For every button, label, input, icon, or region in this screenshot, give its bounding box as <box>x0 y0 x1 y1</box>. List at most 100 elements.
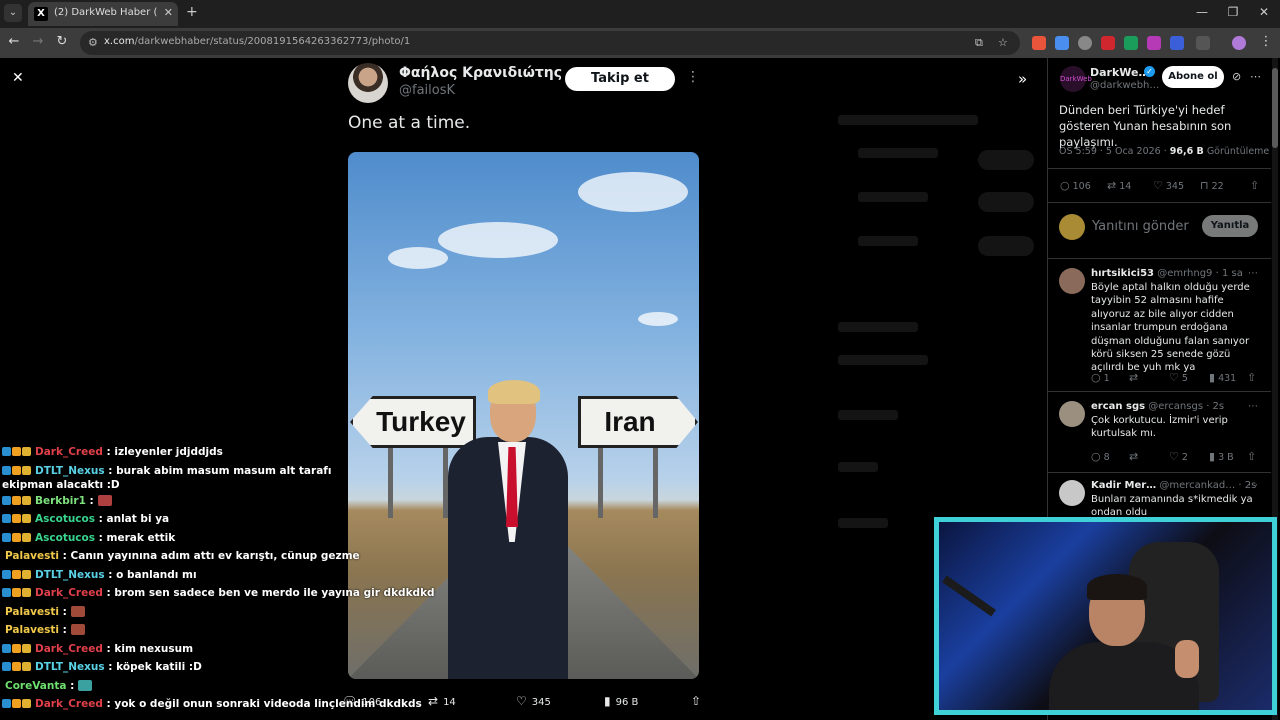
commenter[interactable]: hırtsikici53 @emrhng9 · 1 sa <box>1091 268 1243 279</box>
panel-author-handle[interactable]: @darkwebh… <box>1090 80 1159 91</box>
panel-share[interactable]: ⇧ <box>1250 179 1262 192</box>
extensions-puzzle-icon[interactable] <box>1196 36 1210 50</box>
comment-likes[interactable]: ♡ 2 <box>1169 450 1188 463</box>
extension-icon-3[interactable] <box>1078 36 1092 50</box>
back-button[interactable]: ← <box>5 34 23 49</box>
commenter-avatar[interactable] <box>1059 268 1085 294</box>
cast-icon[interactable]: ⧉ <box>975 36 983 50</box>
sign-left: Turkey <box>350 396 476 448</box>
heart-icon: ♡ <box>1153 179 1163 192</box>
browser-tab-active[interactable]: X (2) DarkWeb Haber (@darkweb ✕ <box>28 2 178 26</box>
views-bar-icon: ▮ <box>604 694 611 708</box>
close-photo-icon[interactable]: ✕ <box>12 70 30 88</box>
expand-panel-icon[interactable]: » <box>1018 70 1027 88</box>
share-icon: ⇧ <box>1250 179 1260 192</box>
reply-input[interactable]: Yanıtını gönder <box>1092 219 1189 234</box>
comment-likes[interactable]: ♡ 5 <box>1169 371 1188 384</box>
minimize-window-button[interactable]: — <box>1187 5 1217 19</box>
comment-views[interactable]: ▮ 431 <box>1209 371 1236 384</box>
chat-username[interactable]: Dark_Creed <box>35 698 103 710</box>
chat-username[interactable]: Dark_Creed <box>35 643 103 655</box>
panel-author-name[interactable]: DarkWe… <box>1090 66 1150 79</box>
chat-username[interactable]: Palavesti <box>5 550 59 562</box>
chat-text: : kim nexusum <box>102 642 194 655</box>
panel-replies[interactable]: ○ 106 <box>1060 179 1091 192</box>
subscribe-button[interactable]: Abone ol <box>1162 66 1224 88</box>
extension-icon-7[interactable] <box>1170 36 1184 50</box>
views-action[interactable]: ▮ 96 B <box>604 694 638 708</box>
commenter[interactable]: Kadir Mer… @mercankad… · 2s <box>1091 480 1256 491</box>
grok-icon[interactable]: ⊘ <box>1232 70 1241 83</box>
comment-repost[interactable]: ⇄ <box>1129 450 1141 463</box>
comment-repost[interactable]: ⇄ <box>1129 371 1141 384</box>
scroll-thumb[interactable] <box>1272 68 1278 148</box>
tab-search-button[interactable]: ⌄ <box>4 4 22 22</box>
extension-icon-1[interactable] <box>1032 36 1046 50</box>
chat-badges-icon <box>2 658 32 677</box>
like-action[interactable]: ♡ 345 <box>516 694 551 708</box>
panel-bookmarks[interactable]: ⊓ 22 <box>1200 179 1224 192</box>
reload-button[interactable]: ↻ <box>53 34 71 49</box>
author-name[interactable]: Φαήλος Κρανιδιώτης <box>399 65 562 81</box>
comment-replies[interactable]: ○ 8 <box>1091 450 1110 463</box>
comment-share[interactable]: ⇧ <box>1247 371 1259 384</box>
chat-username[interactable]: Palavesti <box>5 624 59 636</box>
extension-icon-6[interactable] <box>1147 36 1161 50</box>
chat-text: : <box>59 605 67 618</box>
post-photo[interactable]: Turkey Iran <box>348 152 699 679</box>
comment-more-icon[interactable]: ⋯ <box>1248 480 1258 491</box>
close-window-button[interactable]: ✕ <box>1249 5 1279 19</box>
chat-username[interactable]: Dark_Creed <box>35 446 103 458</box>
mic-arm <box>942 575 996 617</box>
panel-likes[interactable]: ♡ 345 <box>1153 179 1184 192</box>
commenter-avatar[interactable] <box>1059 480 1085 506</box>
heart-icon: ♡ <box>516 694 527 708</box>
comment-views[interactable]: ▮ 3 B <box>1209 450 1234 463</box>
more-options-icon[interactable]: ⋮ <box>686 69 700 85</box>
profile-avatar[interactable] <box>1232 36 1246 50</box>
bookmark-star-icon[interactable]: ☆ <box>998 36 1008 49</box>
repost-action[interactable]: ⇄ 14 <box>428 694 456 708</box>
commenter[interactable]: ercan sgs @ercansgs · 2s <box>1091 401 1224 412</box>
chat-badges-icon <box>2 464 32 478</box>
extension-icon-4[interactable] <box>1101 36 1115 50</box>
comment-more-icon[interactable]: ⋯ <box>1248 268 1258 279</box>
author-avatar[interactable] <box>348 63 388 103</box>
comment-share[interactable]: ⇧ <box>1247 450 1259 463</box>
chat-username[interactable]: Ascotucos <box>35 513 95 525</box>
chat-message: DTLT_Nexus : burak abim masum masum alt … <box>2 462 367 492</box>
new-tab-button[interactable]: + <box>186 4 198 20</box>
chat-text: : izleyenler jdjddjds <box>102 446 223 458</box>
panel-reposts[interactable]: ⇄ 14 <box>1107 179 1131 192</box>
forward-button[interactable]: → <box>29 34 47 49</box>
comment-more-icon[interactable]: ⋯ <box>1248 401 1258 412</box>
extension-icon-5[interactable] <box>1124 36 1138 50</box>
follow-button[interactable]: Takip et <box>565 67 675 91</box>
restore-window-button[interactable]: ❐ <box>1218 5 1248 19</box>
repost-icon: ⇄ <box>1129 371 1139 384</box>
url-text: x.com/darkwebhaber/status/20081915642633… <box>104 36 411 47</box>
more-icon[interactable]: ⋯ <box>1250 70 1261 83</box>
site-info-icon[interactable]: ⚙ <box>88 36 98 49</box>
chat-badges-icon <box>2 529 32 548</box>
address-bar[interactable]: ⚙ x.com/darkwebhaber/status/200819156426… <box>80 31 1020 55</box>
author-handle[interactable]: @failosK <box>399 83 455 98</box>
chat-username[interactable]: DTLT_Nexus <box>35 661 105 673</box>
panel-author-avatar[interactable]: DarkWeb <box>1060 66 1092 92</box>
chat-username[interactable]: Ascotucos <box>35 532 95 544</box>
chat-username[interactable]: Palavesti <box>5 606 59 618</box>
reply-button[interactable]: Yanıtla <box>1202 215 1258 237</box>
chat-username[interactable]: Dark_Creed <box>35 587 103 599</box>
browser-menu-icon[interactable]: ⋮ <box>1257 34 1275 49</box>
chat-username[interactable]: Berkbir1 <box>35 495 86 507</box>
chat-emote-icon <box>70 624 85 635</box>
comment-replies[interactable]: ○ 1 <box>1091 371 1110 384</box>
chat-badges-icon <box>2 695 32 714</box>
share-action[interactable]: ⇧ <box>691 694 706 708</box>
close-tab-icon[interactable]: ✕ <box>164 6 173 19</box>
commenter-avatar[interactable] <box>1059 401 1085 427</box>
extension-icon-2[interactable] <box>1055 36 1069 50</box>
chat-username[interactable]: CoreVanta <box>5 680 66 692</box>
chat-username[interactable]: DTLT_Nexus <box>35 569 105 581</box>
chat-username[interactable]: DTLT_Nexus <box>35 465 105 477</box>
